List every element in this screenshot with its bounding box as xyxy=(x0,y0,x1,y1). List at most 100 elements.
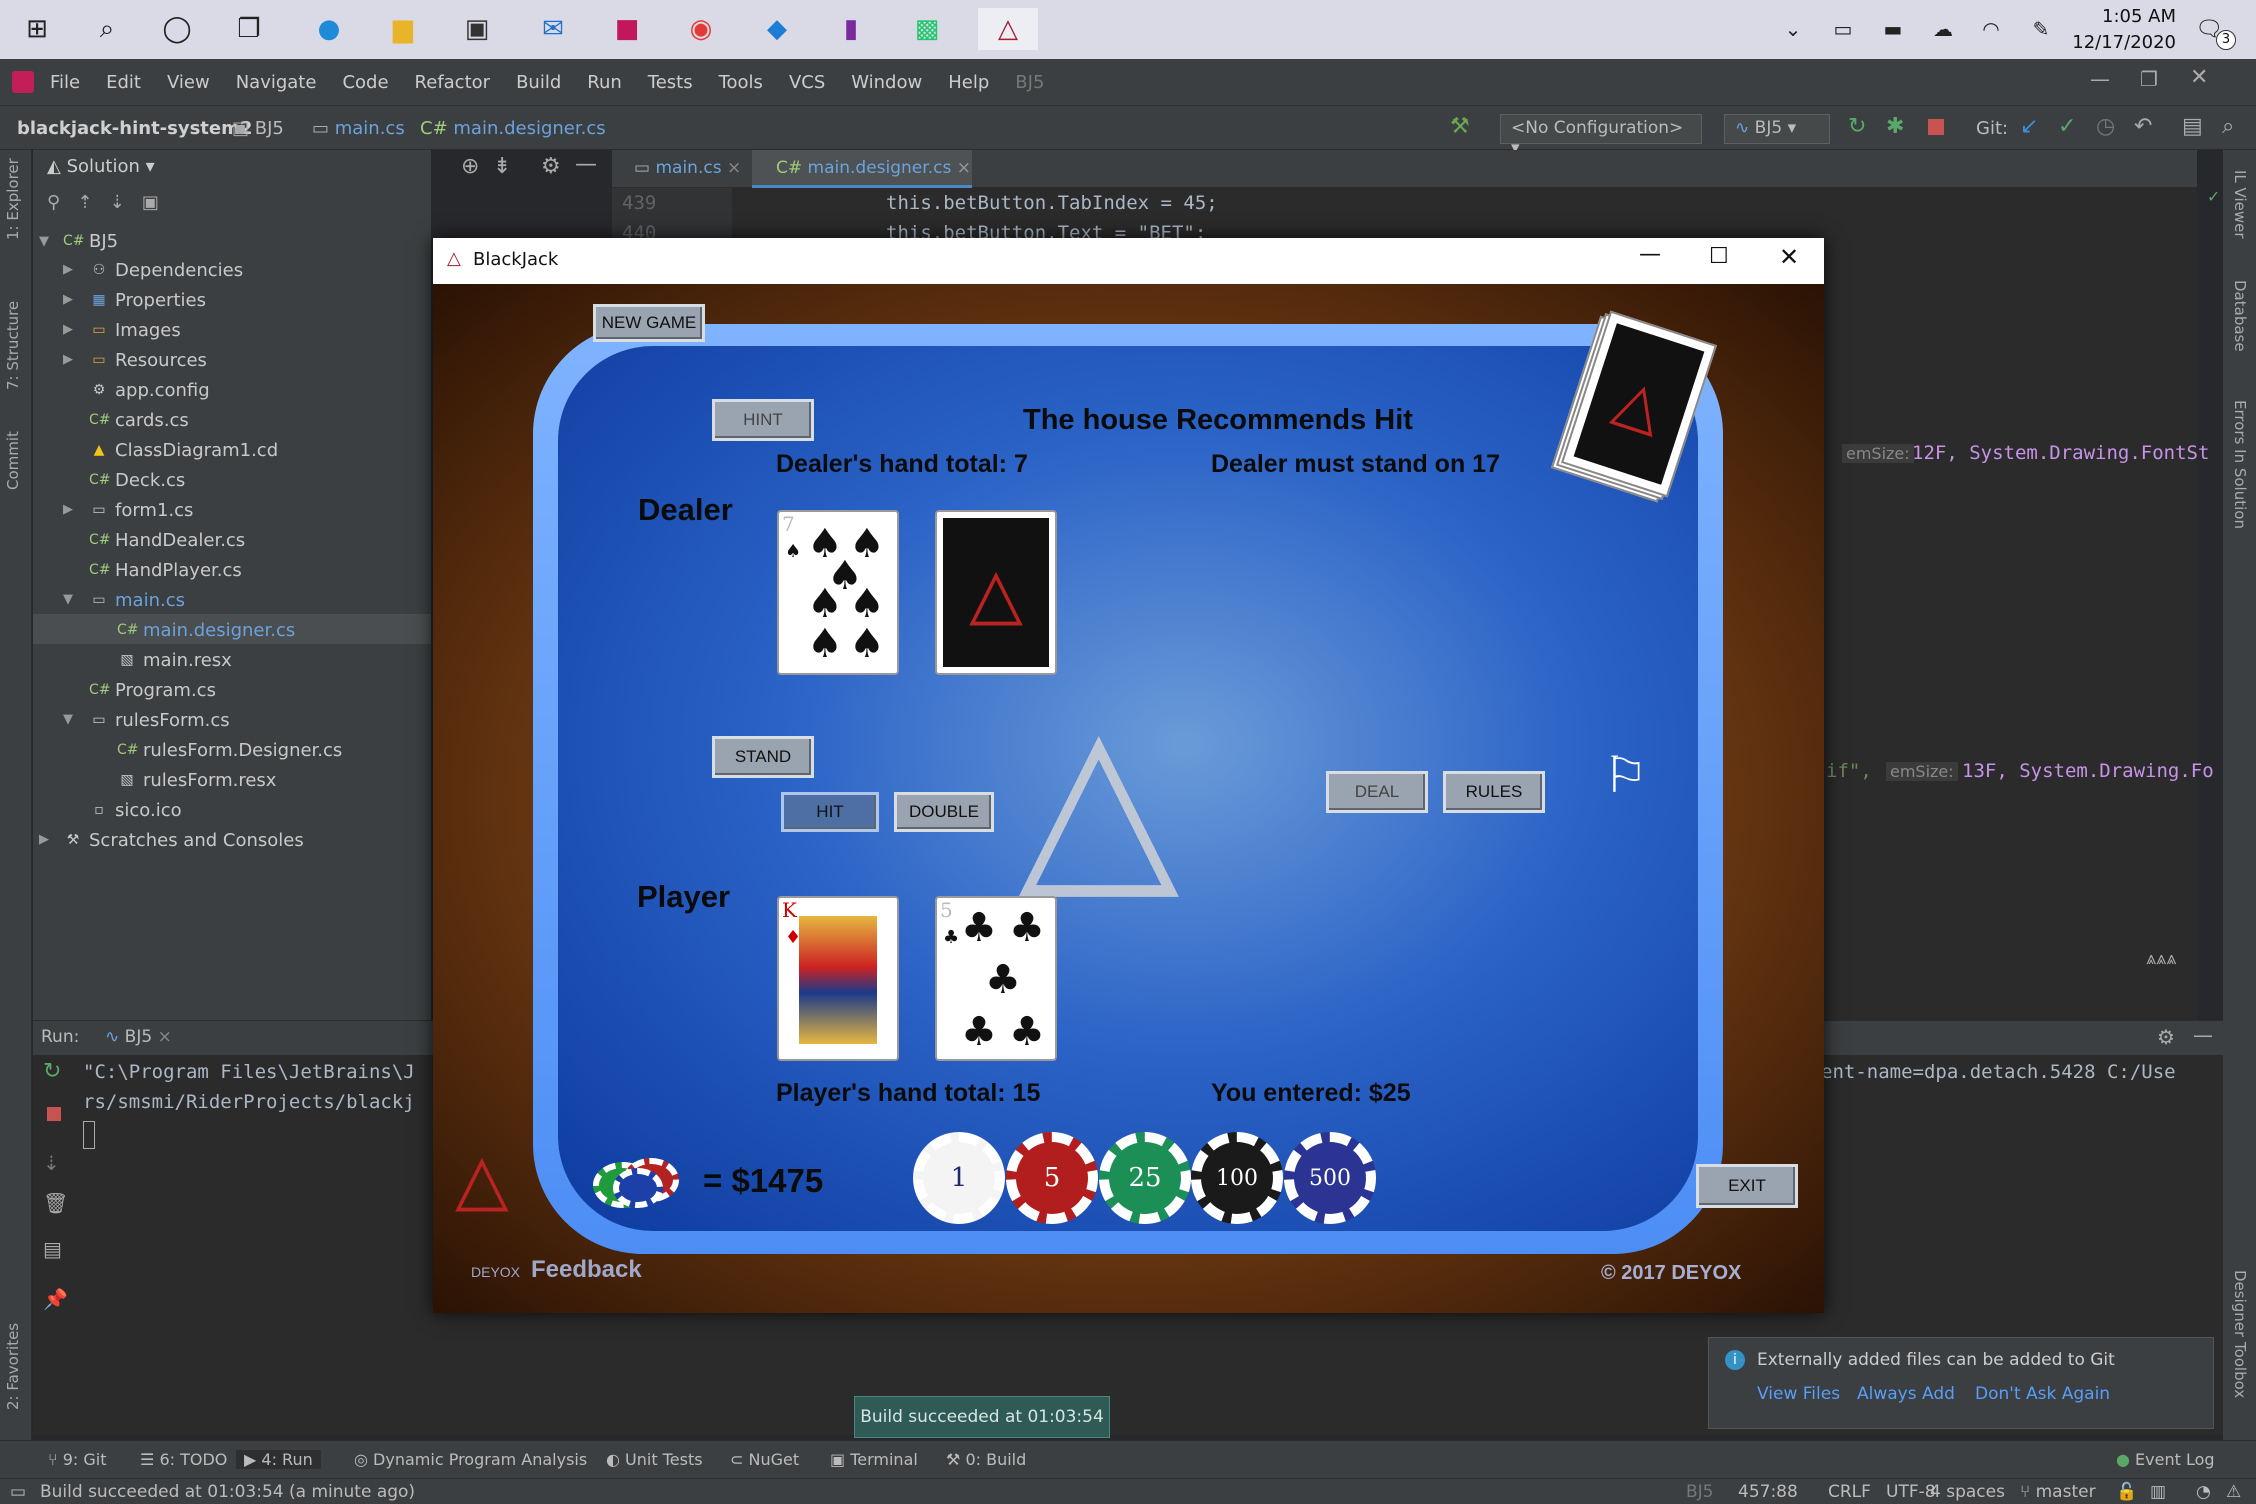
menu-vcs[interactable]: VCS xyxy=(789,72,825,93)
lock-icon[interactable]: 🔓 xyxy=(2116,1482,2137,1502)
collapse-arrow-icon[interactable]: ▶ xyxy=(63,262,73,277)
tab-structure[interactable]: 7: Structure xyxy=(4,301,22,390)
rerun-icon[interactable]: ↻ xyxy=(43,1059,61,1084)
collapse-arrow-icon[interactable]: ▶ xyxy=(63,352,73,367)
code-line[interactable]: 12F, System.Drawing.FontSt xyxy=(1912,442,2209,464)
menu-tools[interactable]: Tools xyxy=(719,72,763,93)
pin-icon[interactable]: 📌 xyxy=(43,1287,68,1311)
menu-code[interactable]: Code xyxy=(342,72,388,93)
edge-browser-icon[interactable]: ● xyxy=(306,8,352,50)
hide-panel-icon[interactable]: — xyxy=(575,152,597,177)
tool-event-log[interactable]: ● Event Log xyxy=(2116,1450,2215,1469)
expand-icon[interactable]: ⇡ xyxy=(77,192,92,213)
tree-item-resources[interactable]: ▭ Resources xyxy=(89,345,207,375)
rollback-icon[interactable]: ↶ xyxy=(2134,114,2152,139)
chip-100-button[interactable]: 100 xyxy=(1191,1132,1283,1224)
close-tab-icon[interactable]: × xyxy=(727,158,741,178)
layout-icon[interactable]: ▤ xyxy=(43,1237,62,1261)
chip-500-button[interactable]: 500 xyxy=(1284,1132,1376,1224)
status-position[interactable]: 457:88 xyxy=(1738,1482,1798,1502)
surrender-flag-icon[interactable]: ⚐ xyxy=(1603,746,1648,804)
expand-arrow-icon[interactable]: ▼ xyxy=(63,592,73,607)
scroll-to-end-icon[interactable]: ⇣ xyxy=(43,1151,60,1175)
explorer-view-selector[interactable]: ◭ Solution ▾ xyxy=(47,156,155,177)
breadcrumb-main-designer[interactable]: C# main.designer.cs xyxy=(420,118,606,139)
debug-bug-icon[interactable]: ✱ xyxy=(1886,114,1904,139)
tool-build[interactable]: ⚒ 0: Build xyxy=(946,1450,1026,1469)
tool-nuget[interactable]: ⊂ NuGet xyxy=(730,1450,799,1469)
tool-dpa[interactable]: ◎ Dynamic Program Analysis xyxy=(354,1450,587,1469)
tool-unit-tests[interactable]: ◐ Unit Tests xyxy=(606,1450,703,1469)
tree-item-app-config[interactable]: ⚙ app.config xyxy=(89,375,210,405)
search-everywhere-icon[interactable]: ⌕ xyxy=(2222,114,2234,139)
menu-tests[interactable]: Tests xyxy=(648,72,693,93)
minimize-icon[interactable]: — xyxy=(1639,242,1661,267)
rerun-icon[interactable]: ↻ xyxy=(1848,114,1866,139)
tree-item-program-cs[interactable]: C# Program.cs xyxy=(89,675,216,705)
explorer-toolbar-icons[interactable]: ⚲ ⇡ ⇣ ▣ xyxy=(47,192,159,213)
view-files-link[interactable]: View Files xyxy=(1757,1384,1840,1404)
chip-25-button[interactable]: 25 xyxy=(1099,1132,1191,1224)
preview-icon[interactable]: ▣ xyxy=(142,192,159,213)
expand-arrow-icon[interactable]: ▼ xyxy=(39,234,49,249)
chip-1-button[interactable]: 1 xyxy=(913,1132,1005,1224)
file-explorer-icon[interactable]: ▆ xyxy=(380,8,426,50)
tool-todo[interactable]: ☰ 6: TODO xyxy=(140,1450,227,1469)
tree-item-properties[interactable]: ▦ Properties xyxy=(89,285,206,315)
wifi-icon[interactable]: ◠ xyxy=(1968,8,2014,50)
rider-icon[interactable]: ■ xyxy=(604,8,650,50)
tree-item-handdealer[interactable]: C# HandDealer.cs xyxy=(89,525,245,555)
collapse-arrow-icon[interactable]: ▶ xyxy=(63,292,73,307)
status-branch[interactable]: ⑂ master xyxy=(2020,1482,2096,1502)
collapse-arrow-icon[interactable]: ▶ xyxy=(63,502,73,517)
tray-camera-icon[interactable]: ▭ xyxy=(1820,8,1866,50)
status-toggle-icon[interactable]: ▭ xyxy=(10,1482,26,1502)
status-message[interactable]: Build succeeded at 01:03:54 (a minute ag… xyxy=(40,1482,415,1502)
menu-file[interactable]: File xyxy=(50,72,80,93)
breadcrumb-main-cs[interactable]: ▭ main.cs xyxy=(312,118,405,139)
tree-item-form1-cs[interactable]: ▭ form1.cs xyxy=(89,495,193,525)
deal-button[interactable]: DEAL xyxy=(1326,771,1428,813)
exit-button[interactable]: EXIT xyxy=(1696,1164,1798,1208)
code-line[interactable]: this.betButton.TabIndex = 45; xyxy=(886,192,1218,214)
status-line-ending[interactable]: CRLF xyxy=(1828,1482,1871,1502)
menu-build[interactable]: Build xyxy=(516,72,561,93)
git-commit-icon[interactable]: ✓ xyxy=(2058,114,2076,139)
tool-run[interactable]: ▶ 4: Run xyxy=(236,1450,321,1469)
dont-ask-again-link[interactable]: Don't Ask Again xyxy=(1975,1384,2110,1404)
git-update-icon[interactable]: ↙ xyxy=(2020,114,2038,139)
inspection-icon[interactable]: ◔ xyxy=(2196,1482,2211,1502)
system-clock[interactable]: 1:05 AM 12/17/2020 xyxy=(2066,4,2176,56)
menu-refactor[interactable]: Refactor xyxy=(415,72,491,93)
memory-indicator-icon[interactable]: ▥ xyxy=(2150,1482,2166,1502)
tree-item-deck-cs[interactable]: C# Deck.cs xyxy=(89,465,185,495)
trash-icon[interactable]: 🗑 xyxy=(43,1191,68,1215)
run-target-dropdown[interactable]: ∿ BJ5 ▾ xyxy=(1724,114,1830,144)
blackjack-app-icon[interactable]: △ xyxy=(978,8,1038,50)
tab-favorites[interactable]: 2: Favorites xyxy=(4,1323,22,1410)
close-icon[interactable]: ✕ xyxy=(1779,243,1799,271)
pycharm-icon[interactable]: ▩ xyxy=(904,8,950,50)
cortana-icon[interactable]: ◯ xyxy=(154,8,200,50)
run-configuration-dropdown[interactable]: <No Configuration> ▾ xyxy=(1500,114,1702,158)
tray-chevron-icon[interactable]: ⌄ xyxy=(1770,8,1816,50)
tab-database[interactable]: Database xyxy=(2231,280,2249,352)
vscode-icon[interactable]: ◆ xyxy=(754,8,800,50)
tree-item-scratches[interactable]: ⚒ Scratches and Consoles xyxy=(63,825,304,855)
code-line[interactable]: if", xyxy=(1826,760,1872,782)
tree-item-rulesform-designer[interactable]: C# rulesForm.Designer.cs xyxy=(117,735,342,765)
menu-navigate[interactable]: Navigate xyxy=(236,72,317,93)
mail-icon[interactable]: ✉ xyxy=(530,8,576,50)
tree-item-rulesform[interactable]: ▭ rulesForm.cs xyxy=(89,705,229,735)
code-line[interactable]: 13F, System.Drawing.Fo xyxy=(1962,760,2214,782)
menu-view[interactable]: View xyxy=(167,72,210,93)
close-tab-icon[interactable]: × xyxy=(957,158,971,178)
chrome-icon[interactable]: ◉ xyxy=(678,8,724,50)
hint-button[interactable]: HINT xyxy=(712,399,814,441)
tree-item-handplayer[interactable]: C# HandPlayer.cs xyxy=(89,555,242,585)
pen-icon[interactable]: ✎ xyxy=(2018,8,2064,50)
collapse-arrow-icon[interactable]: ▶ xyxy=(39,832,49,847)
blackjack-titlebar[interactable]: △ BlackJack — ☐ ✕ xyxy=(433,238,1824,284)
run-tab-bj5[interactable]: ∿ BJ5 × xyxy=(105,1027,172,1047)
battery-icon[interactable]: ▬ xyxy=(1870,8,1916,50)
